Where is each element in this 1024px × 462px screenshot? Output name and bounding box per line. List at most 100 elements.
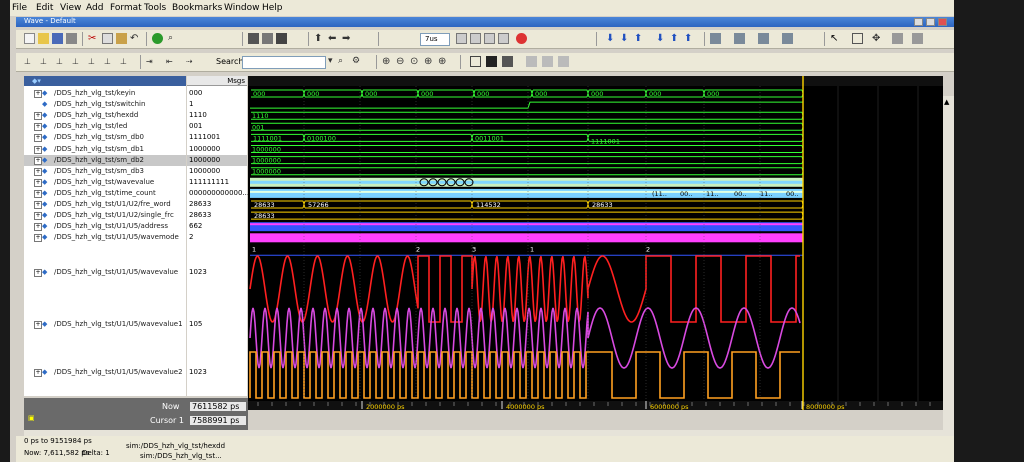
insert-cursor-icon[interactable]: ⇥ (146, 56, 157, 67)
step-back-icon[interactable]: ⬅ (328, 33, 339, 44)
step-over-icon[interactable]: ⬇ (620, 33, 631, 44)
signal-row[interactable]: + ◆ /DDS_hzh_vlg_tst/U1/U5/address (24, 221, 186, 232)
lock-cursor-icon[interactable]: ⇢ (186, 56, 197, 67)
run-length-input[interactable]: 7us (420, 33, 450, 46)
step-out-icon[interactable]: ⬆ (634, 33, 645, 44)
expand-icon[interactable]: + (34, 112, 42, 121)
signal-row[interactable]: + ◆ /DDS_hzh_vlg_tst/time_count (24, 188, 186, 199)
more-mode-icon[interactable] (912, 33, 923, 44)
wave-light-icon-2[interactable] (542, 56, 553, 67)
add-icon[interactable] (152, 33, 163, 44)
step-into-icon[interactable]: ⬇ (606, 33, 617, 44)
wave-grey-icon[interactable] (502, 56, 513, 67)
zoom-cursor-icon[interactable]: ⊕ (424, 56, 435, 67)
expand-icon[interactable]: + (34, 90, 42, 98)
save-icon[interactable] (52, 33, 63, 44)
signal-row[interactable]: + ◆ /DDS_hzh_vlg_tst/U1/U2/fre_word (24, 199, 186, 210)
wave-edit-icon-6[interactable]: ⊥ (104, 56, 115, 67)
wave-edit-icon-2[interactable]: ⊥ (40, 56, 51, 67)
find-icon[interactable]: ⌕ (168, 33, 179, 44)
break-icon[interactable] (498, 33, 509, 44)
expand-icon[interactable]: + (34, 269, 42, 277)
expand-icon[interactable]: + (34, 156, 42, 165)
expand-icon[interactable]: + (34, 212, 42, 221)
signal-row[interactable]: + ◆ /DDS_hzh_vlg_tst/sm_db1 (24, 144, 186, 155)
menu-edit[interactable]: Edit (36, 3, 53, 13)
signal-row[interactable]: + ◆ /DDS_hzh_vlg_tst/sm_db3 (24, 166, 186, 177)
stop-icon[interactable] (516, 33, 527, 44)
new-file-icon[interactable] (24, 33, 35, 44)
find-edge-icon[interactable]: ⬆ (684, 33, 695, 44)
close-icon[interactable] (938, 18, 947, 26)
pan-mode-icon[interactable]: ✥ (872, 33, 883, 44)
expand-icon[interactable]: + (34, 234, 42, 243)
menu-window[interactable]: Window (224, 3, 260, 13)
waveform-canvas[interactable]: 000 000 000 000 000 000 000 000 000 1110 001 111100… (248, 76, 943, 411)
paste-icon[interactable] (116, 33, 127, 44)
zoom-mode-icon[interactable] (852, 33, 863, 44)
wave-black-icon[interactable] (486, 56, 497, 67)
cursor-label[interactable]: Cursor 1 (150, 416, 184, 425)
analog-signal-row[interactable]: + ◆ /DDS_hzh_vlg_tst/U1/U5/wavevalue (24, 267, 186, 278)
zoom-full-icon[interactable]: ⊙ (410, 56, 421, 67)
step-up-icon[interactable]: ⬆ (314, 33, 325, 44)
signal-row[interactable]: + ◆ /DDS_hzh_vlg_tst/wavevalue (24, 177, 186, 188)
expand-icon[interactable]: + (34, 321, 42, 329)
menu-view[interactable]: View (60, 3, 81, 13)
wave-edit-icon-7[interactable]: ⊥ (120, 56, 131, 67)
run-icon[interactable] (456, 33, 467, 44)
signal-row[interactable]: + ◆ /DDS_hzh_vlg_tst/U1/U5/wavemode (24, 232, 186, 243)
menu-help[interactable]: Help (262, 3, 283, 13)
signal-row[interactable]: + ◆ /DDS_hzh_vlg_tst/led (24, 121, 186, 132)
print-icon[interactable] (66, 33, 77, 44)
expand-icon[interactable]: + (34, 167, 42, 176)
prev-edge-icon[interactable]: ⬇ (656, 33, 667, 44)
delete-cursor-icon[interactable]: ⇤ (166, 56, 177, 67)
maximize-icon[interactable] (926, 18, 935, 26)
expand-icon[interactable]: + (34, 189, 42, 198)
scroll-up-icon[interactable]: ▲ (944, 98, 949, 106)
menu-add[interactable]: Add (86, 3, 103, 13)
expand-icon[interactable]: + (34, 134, 42, 143)
expand-icon[interactable]: + (34, 145, 42, 154)
cursor-mode-icon[interactable] (470, 56, 481, 67)
cut-icon[interactable]: ✂ (88, 33, 99, 44)
copy-icon[interactable] (102, 33, 113, 44)
analog-signal-row[interactable]: + ◆ /DDS_hzh_vlg_tst/U1/U5/wavevalue2 (24, 367, 186, 378)
vertical-scrollbar[interactable]: ▲ ▼ (943, 96, 954, 446)
wave-zoom-icon[interactable] (248, 33, 259, 44)
signal-row[interactable]: + ◆ /DDS_hzh_vlg_tst/hexdd (24, 110, 186, 121)
wave-edit-icon-3[interactable]: ⊥ (56, 56, 67, 67)
signal-row[interactable]: + ◆ /DDS_hzh_vlg_tst/sm_db2 (24, 154, 186, 166)
next-edge-icon[interactable]: ⬆ (670, 33, 681, 44)
expand-icon[interactable]: + (34, 178, 42, 187)
run-all-icon[interactable] (484, 33, 495, 44)
select-mode-icon[interactable]: ↖ (830, 33, 841, 44)
zoom-in-icon[interactable]: ⊕ (382, 56, 393, 67)
format-icon-3[interactable] (758, 33, 769, 44)
expand-icon[interactable]: + (34, 369, 42, 377)
wave-cursor-icon[interactable] (276, 33, 287, 44)
step-forward-icon[interactable]: ➡ (342, 33, 353, 44)
search-go-icon[interactable]: ⌕ (338, 56, 349, 67)
wave-light-icon-3[interactable] (558, 56, 569, 67)
format-icon-4[interactable] (782, 33, 793, 44)
continue-icon[interactable] (470, 33, 481, 44)
waveform-pane[interactable]: 000 000 000 000 000 000 000 000 000 1110 001 111100… (248, 76, 943, 411)
signal-row[interactable]: + ◆ /DDS_hzh_vlg_tst/sm_db0 (24, 132, 186, 143)
wave-light-icon[interactable] (526, 56, 537, 67)
wave-edit-icon-1[interactable]: ⊥ (24, 56, 35, 67)
signal-row[interactable]: ◆ /DDS_hzh_vlg_tst/switchin (24, 99, 186, 110)
expand-icon[interactable]: + (34, 223, 42, 232)
format-icon-2[interactable] (734, 33, 745, 44)
search-input[interactable] (242, 56, 326, 69)
signal-row[interactable]: + ◆ /DDS_hzh_vlg_tst/keyin (24, 88, 186, 99)
menu-bookmarks[interactable]: Bookmarks (172, 3, 222, 13)
cursor-lock-icon[interactable]: ▣ (28, 414, 35, 422)
format-icon-1[interactable] (710, 33, 721, 44)
analog-signal-row[interactable]: + ◆ /DDS_hzh_vlg_tst/U1/U5/wavevalue1 (24, 319, 186, 330)
expand-icon[interactable]: + (34, 123, 42, 132)
edit-mode-icon[interactable] (892, 33, 903, 44)
expand-icon[interactable]: + (34, 201, 42, 209)
zoom-out-icon[interactable]: ⊖ (396, 56, 407, 67)
